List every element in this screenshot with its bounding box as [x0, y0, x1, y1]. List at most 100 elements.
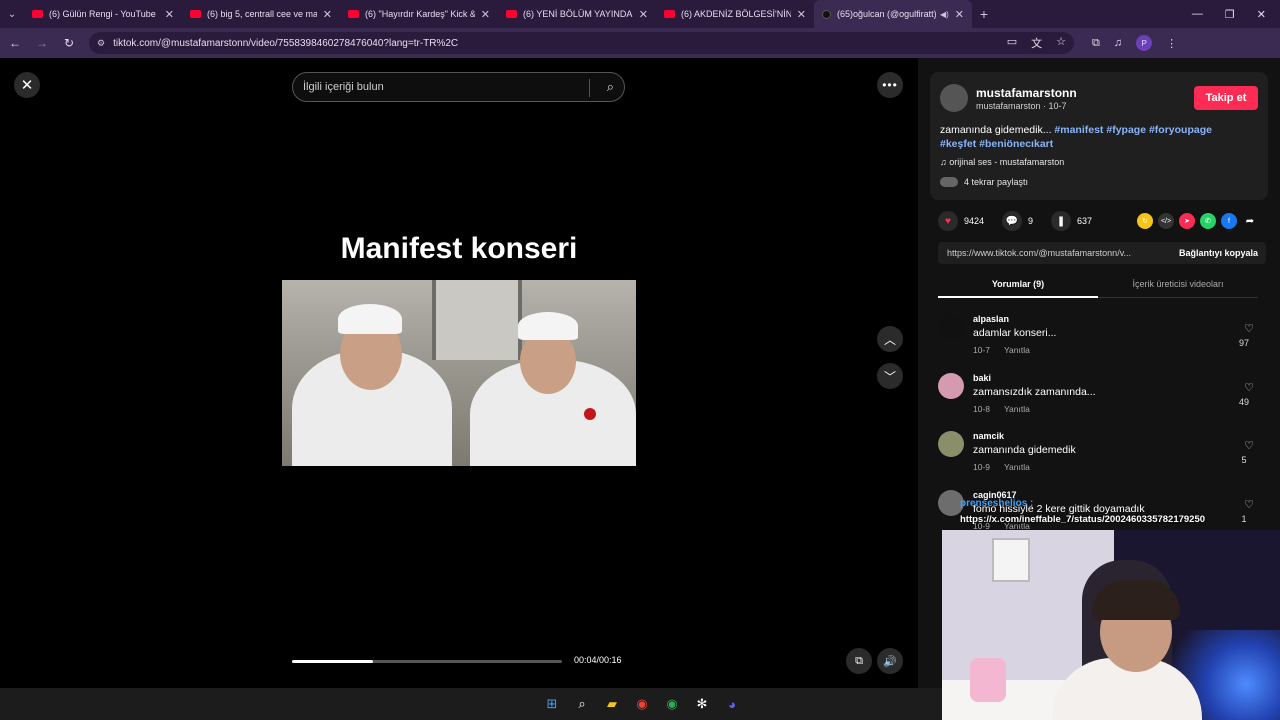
music-line[interactable]: ♫ orijinal ses - mustafamarston	[940, 157, 1064, 167]
tab-comments[interactable]: Yorumlar (9)	[938, 274, 1098, 298]
close-tab-icon[interactable]: ✕	[323, 8, 332, 21]
discord-icon[interactable]: ◕	[723, 695, 741, 713]
commenter-name[interactable]: alpaslan	[973, 314, 1009, 324]
comment-like-icon[interactable]: ♡	[1244, 381, 1254, 394]
related-search-input[interactable]: İlgili içeriği bulun ⌕	[292, 72, 625, 102]
send-icon[interactable]: ➤	[1179, 213, 1195, 229]
browser-tab[interactable]: (6) "Hayırdır Kardeş" Kick & Tw ✕	[340, 0, 498, 28]
close-tab-icon[interactable]: ✕	[481, 8, 490, 21]
video-frame[interactable]	[282, 280, 636, 466]
video-progress-bar[interactable]	[292, 660, 562, 663]
comment-icon: 💬	[1002, 211, 1023, 231]
comment-like-icon[interactable]: ♡	[1244, 498, 1254, 511]
comment-date: 10-9	[973, 462, 991, 472]
forward-icon[interactable]: →	[30, 36, 54, 50]
profile-avatar[interactable]: P	[1136, 35, 1153, 51]
extensions-icon[interactable]: ⧉	[1092, 37, 1100, 50]
previous-video-button[interactable]: ︿	[877, 326, 903, 352]
facebook-icon[interactable]: f	[1221, 213, 1237, 229]
creator-username[interactable]: mustafamarstonn	[976, 86, 1077, 100]
address-bar[interactable]: ⚙ tiktok.com/@mustafamarstonn/video/7558…	[89, 32, 1074, 54]
hashtag[interactable]: #foryoupage	[1149, 124, 1212, 136]
creator-avatar[interactable]	[940, 84, 968, 112]
comment-like-icon[interactable]: ♡	[1244, 439, 1254, 452]
hashtag[interactable]: #beniönecıkart	[979, 138, 1053, 150]
taskbar-icons: ⊞ ⌕ ▰ ◉ ◉ ✻ ◕	[543, 695, 741, 713]
next-video-button[interactable]: ﹀	[877, 363, 903, 389]
commenter-avatar[interactable]	[938, 431, 964, 457]
video-player[interactable]: İlgili içeriği bulun ⌕ Manifest konseri …	[282, 58, 636, 688]
browser-menu-icon[interactable]: ⋮	[1166, 37, 1177, 50]
video-cap-left	[338, 304, 402, 334]
chrome-icon[interactable]: ◉	[633, 695, 651, 713]
hashtag[interactable]: #manifest	[1054, 124, 1103, 136]
copy-link-button[interactable]: Bağlantıyı kopyala	[1179, 248, 1266, 258]
browser-tab[interactable]: (6) YENİ BÖLÜM YAYINDA ✕	[498, 0, 656, 28]
tab-creator-videos[interactable]: İçerik üreticisi videoları	[1098, 274, 1258, 298]
commenter-avatar[interactable]	[938, 314, 964, 340]
repost-line[interactable]: 4 tekrar paylaştı	[940, 177, 1028, 187]
close-window-icon[interactable]: ✕	[1257, 8, 1266, 21]
reply-button[interactable]: Yanıtla	[1004, 345, 1030, 355]
bookmark-icon: ❚	[1051, 211, 1072, 231]
cast-icon[interactable]: ▭	[1007, 35, 1017, 51]
search-divider	[589, 79, 590, 97]
commenter-name[interactable]: baki	[973, 373, 991, 383]
browser-tab[interactable]: (6) big 5, centrall cee ve mançu ✕	[182, 0, 340, 28]
new-tab-icon[interactable]: +	[972, 6, 996, 22]
comment-text: zamansızdık zamanında...	[973, 386, 1096, 398]
close-tab-icon[interactable]: ✕	[639, 8, 648, 21]
restore-icon[interactable]: ❐	[1225, 8, 1235, 21]
like-action[interactable]: ♥ 9424	[938, 211, 984, 231]
repost-share-icon[interactable]: ↻	[1137, 213, 1153, 229]
comment-action[interactable]: 💬 9	[1002, 211, 1033, 231]
close-viewer-button[interactable]: ✕	[14, 72, 40, 98]
share-arrow-icon[interactable]: ➦	[1242, 213, 1258, 229]
engagement-actions: ♥ 9424 💬 9 ❚ 637	[938, 211, 1110, 231]
browser-tab[interactable]: (6) Gülün Rengi - YouTube ✕	[24, 0, 182, 28]
tiktok-icon	[822, 9, 831, 19]
commenter-avatar[interactable]	[938, 373, 964, 399]
site-info-icon[interactable]: ⚙	[97, 38, 105, 49]
browser-tab-active[interactable]: (65)oğulcan (@ogulfiratt) | ◀) ✕	[814, 0, 972, 28]
close-tab-icon[interactable]: ✕	[955, 8, 964, 21]
comment-item: baki zamansızdık zamanında... 10-8 Yanıtl…	[938, 373, 1258, 423]
like-count: 9424	[964, 216, 985, 226]
commenter-name[interactable]: namcik	[973, 431, 1004, 441]
reply-button[interactable]: Yanıtla	[1004, 462, 1030, 472]
minimize-icon[interactable]: —	[1192, 8, 1203, 21]
bookmark-star-icon[interactable]: ☆	[1056, 35, 1066, 51]
flag-patch-icon	[584, 408, 596, 420]
follow-button[interactable]: Takip et	[1194, 86, 1258, 110]
app-icon[interactable]: ✻	[693, 695, 711, 713]
file-explorer-icon[interactable]: ▰	[603, 695, 621, 713]
reload-icon[interactable]: ↻	[57, 36, 81, 50]
embed-icon[interactable]: </>	[1158, 213, 1174, 229]
search-icon[interactable]: ⌕	[607, 79, 614, 95]
pip-icon[interactable]: ⧉	[846, 648, 872, 674]
close-tab-icon[interactable]: ✕	[797, 8, 806, 21]
tab-search-icon[interactable]: ⌄	[0, 0, 24, 28]
back-icon[interactable]: ←	[3, 36, 27, 50]
windows-start-icon[interactable]: ⊞	[543, 695, 561, 713]
translate-icon[interactable]: 文	[1031, 35, 1042, 51]
whatsapp-icon[interactable]: ✆	[1200, 213, 1216, 229]
media-controls-icon[interactable]: ♫	[1114, 37, 1122, 49]
browser-tab[interactable]: (6) AKDENİZ BÖLGESİ'NİN EN D ✕	[656, 0, 814, 28]
comment-like-icon[interactable]: ♡	[1244, 322, 1254, 335]
comment-like-count: 5	[1241, 455, 1247, 465]
hashtag[interactable]: #keşfet	[940, 138, 976, 150]
chrome-active-icon[interactable]: ◉	[663, 695, 681, 713]
close-tab-icon[interactable]: ✕	[165, 8, 174, 21]
volume-icon[interactable]: 🔊	[877, 648, 903, 674]
url-text: tiktok.com/@mustafamarstonn/video/755839…	[113, 37, 459, 49]
tab-audio-icon[interactable]: ◀)	[940, 10, 949, 19]
hashtag[interactable]: #fypage	[1106, 124, 1146, 136]
taskbar-search-icon[interactable]: ⌕	[573, 695, 591, 713]
music-title: orijinal ses - mustafamarston	[949, 157, 1065, 167]
more-options-icon[interactable]: •••	[877, 72, 903, 98]
reply-button[interactable]: Yanıtla	[1004, 404, 1030, 414]
save-action[interactable]: ❚ 637	[1051, 211, 1092, 231]
video-link-url[interactable]: https://www.tiktok.com/@mustafamarstonn/…	[947, 248, 1169, 258]
comment-date: 10-7	[973, 345, 991, 355]
